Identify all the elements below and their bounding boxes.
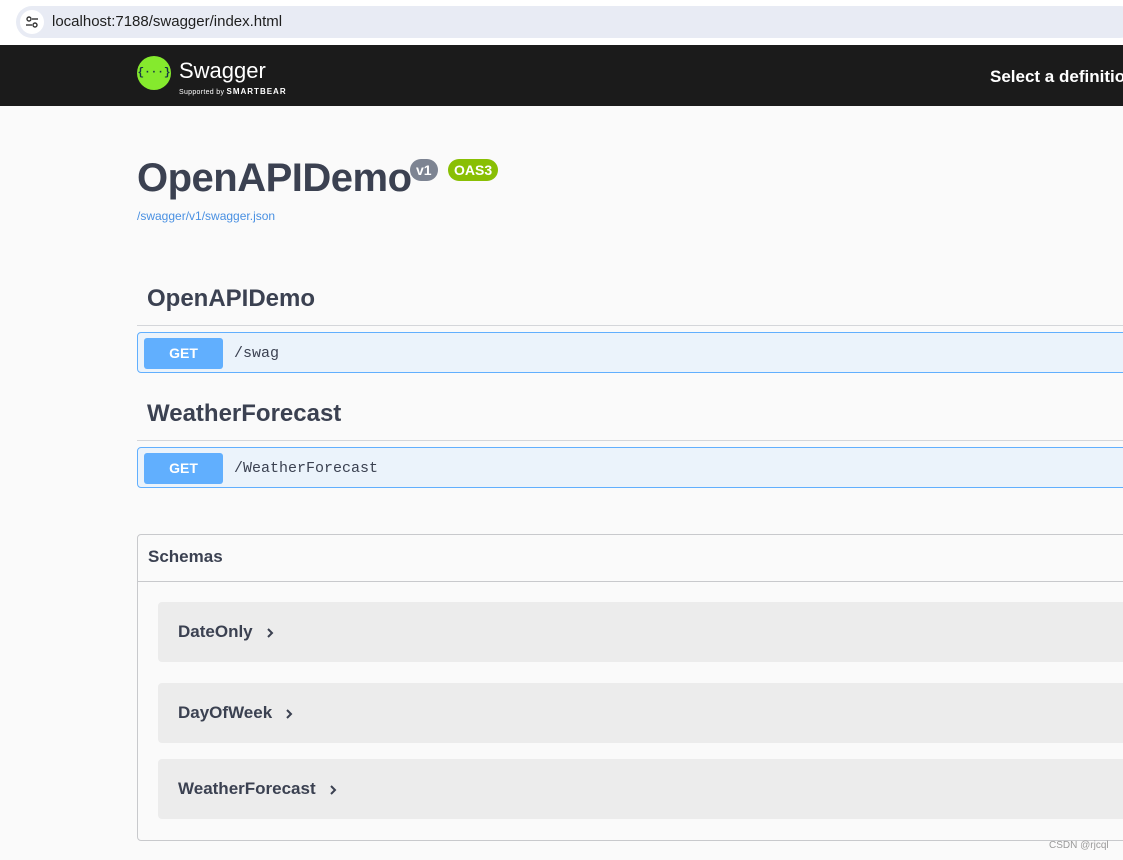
chevron-right-icon [266, 627, 274, 638]
watermark: CSDN @rjcql [1049, 840, 1109, 851]
spec-json-link[interactable]: /swagger/v1/swagger.json [137, 209, 275, 223]
url-field[interactable]: localhost:7188/swagger/index.html [16, 6, 1123, 38]
operation-path: /WeatherForecast [234, 460, 379, 477]
model-label: DayOfWeek [178, 703, 273, 722]
schemas-title: Schemas [148, 547, 223, 566]
logo-glyph: {···} [137, 67, 171, 79]
divider [137, 325, 1123, 326]
model-name: DateOnly [178, 622, 275, 642]
schemas-header[interactable]: Schemas [138, 535, 1123, 582]
operation-path: /swag [234, 345, 280, 362]
tag-weatherforecast-header[interactable]: WeatherForecast [147, 400, 341, 428]
logo-sub-brand: SMARTBEAR [226, 87, 287, 96]
version-badge: v1 [410, 159, 438, 181]
select-definition-label: Select a definition [990, 67, 1123, 86]
divider [137, 440, 1123, 441]
logo-subtitle: Supported by SMARTBEAR [179, 87, 287, 96]
swagger-topbar: {···} Swagger Supported by SMARTBEAR Sel… [0, 45, 1123, 106]
chevron-right-icon [286, 708, 293, 719]
model-name: WeatherForecast [178, 779, 338, 799]
chevron-right-icon [329, 784, 337, 795]
logo-text[interactable]: Swagger [179, 58, 266, 84]
oas-badge: OAS3 [448, 159, 499, 181]
schema-model-weatherforecast[interactable]: WeatherForecast [158, 759, 1123, 819]
swagger-logo-icon[interactable]: {···} [137, 56, 171, 90]
tune-icon[interactable] [20, 10, 44, 34]
method-badge-get: GET [144, 338, 223, 369]
operation-get-weatherforecast[interactable]: GET /WeatherForecast [137, 447, 1123, 488]
api-title: OpenAPIDemo [137, 156, 412, 200]
model-label: WeatherForecast [178, 779, 316, 798]
model-label: DateOnly [178, 622, 253, 641]
url-text: localhost:7188/swagger/index.html [52, 13, 283, 30]
schemas-section: Schemas DateOnly DayOfWeek WeatherForeca… [137, 534, 1123, 841]
tag-openapidemo-header[interactable]: OpenAPIDemo [147, 285, 315, 313]
logo-sub-prefix: Supported by [179, 89, 225, 96]
operation-get-swag[interactable]: GET /swag [137, 332, 1123, 373]
schema-model-dayofweek[interactable]: DayOfWeek [158, 683, 1123, 743]
schema-model-dateonly[interactable]: DateOnly [158, 602, 1123, 662]
model-name: DayOfWeek [178, 703, 294, 723]
browser-address-bar: localhost:7188/swagger/index.html [0, 0, 1123, 45]
method-badge-get: GET [144, 453, 223, 484]
